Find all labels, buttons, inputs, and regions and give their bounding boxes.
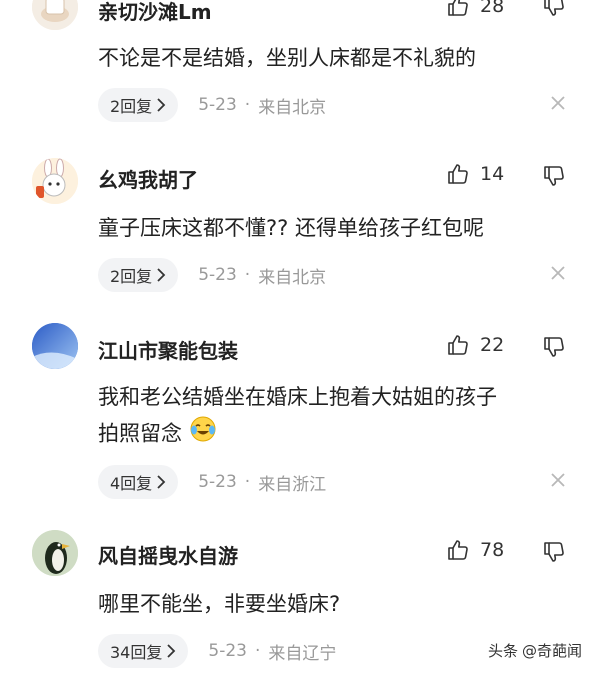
crying-laughing-emoji-icon (189, 415, 217, 454)
thumbs-down-icon (544, 0, 564, 16)
comment-date: 5-23 (208, 641, 247, 661)
comment-line: 我和老公结婚坐在婚床上抱着大姑姐的孩子 (98, 385, 497, 409)
meta-separator: · (244, 95, 251, 115)
thumbs-up-icon (448, 164, 468, 184)
like-button[interactable]: 22 (446, 333, 504, 357)
comment-meta: 34回复 5-23 · 来自辽宁 (98, 634, 336, 668)
comment-text: 不论是不是结婚，坐别人床都是不礼貌的 (98, 40, 568, 76)
like-count: 22 (480, 334, 505, 356)
replies-label: 4回复 (110, 474, 153, 493)
dislike-button[interactable] (542, 0, 566, 22)
dislike-button[interactable] (542, 335, 566, 363)
replies-button[interactable]: 34回复 (98, 634, 189, 668)
username[interactable]: 江山市聚能包装 (98, 335, 238, 364)
meta-separator: · (244, 265, 251, 285)
comment-line: 童子压床这都不懂?? 还得单给孩子红包呢 (98, 216, 484, 240)
thumbs-up-icon (448, 0, 468, 16)
comment-text: 童子压床这都不懂?? 还得单给孩子红包呢 (98, 210, 568, 246)
thumbs-up-icon (448, 540, 468, 560)
comment-line-with-emoji: 拍照留念 (98, 415, 568, 454)
meta-separator: · (244, 472, 251, 492)
comment-text: 我和老公结婚坐在婚床上抱着大姑姐的孩子 拍照留念 (98, 379, 568, 454)
username[interactable]: 亲切沙滩Lm (98, 0, 212, 25)
comment-location: 来自北京 (258, 97, 327, 118)
chevron-right-icon (157, 268, 166, 282)
like-button[interactable]: 14 (446, 162, 504, 186)
close-icon[interactable] (550, 92, 566, 116)
close-icon[interactable] (550, 469, 566, 493)
like-count: 78 (480, 539, 505, 561)
replies-button[interactable]: 4回复 (98, 465, 179, 499)
comment-date: 5-23 (198, 265, 237, 285)
replies-button[interactable]: 2回复 (98, 88, 179, 122)
like-button[interactable]: 28 (446, 0, 504, 18)
chevron-right-icon (157, 475, 166, 489)
watermark-source: 头条 (488, 642, 519, 660)
dislike-button[interactable] (542, 540, 566, 568)
user-avatar[interactable] (32, 0, 78, 30)
thumbs-down-icon (544, 542, 564, 562)
meta-separator: · (254, 641, 261, 661)
comment-meta: 4回复 5-23 · 来自浙江 (98, 465, 326, 499)
like-count: 14 (480, 163, 505, 185)
thumbs-up-icon (448, 335, 468, 355)
comment-date: 5-23 (198, 95, 237, 115)
chevron-right-icon (157, 98, 166, 112)
comment-meta: 2回复 5-23 · 来自北京 (98, 88, 326, 122)
replies-label: 34回复 (110, 643, 163, 662)
like-count: 28 (480, 0, 505, 17)
comment-line: 哪里不能坐，非要坐婚床? (98, 592, 341, 616)
comment-location: 来自辽宁 (268, 643, 337, 664)
comment-line: 不论是不是结婚，坐别人床都是不礼貌的 (98, 46, 476, 70)
watermark: 头条 @奇葩闻 (488, 640, 582, 661)
username[interactable]: 幺鸡我胡了 (98, 164, 198, 193)
replies-label: 2回复 (110, 97, 153, 116)
comment-text: 哪里不能坐，非要坐婚床? (98, 586, 568, 622)
comment-location: 来自浙江 (258, 474, 327, 495)
comment-line: 拍照留念 (98, 421, 182, 446)
dislike-button[interactable] (542, 164, 566, 192)
user-avatar[interactable] (32, 530, 78, 576)
user-avatar[interactable] (32, 323, 78, 369)
chevron-right-icon (167, 644, 176, 658)
replies-button[interactable]: 2回复 (98, 258, 179, 292)
comment-location: 来自北京 (258, 267, 327, 288)
watermark-account: @奇葩闻 (522, 642, 583, 660)
replies-label: 2回复 (110, 267, 153, 286)
comment-meta: 2回复 5-23 · 来自北京 (98, 258, 326, 292)
like-button[interactable]: 78 (446, 538, 504, 562)
thumbs-down-icon (544, 166, 564, 186)
close-icon[interactable] (550, 262, 566, 286)
username[interactable]: 风自摇曳水自游 (98, 540, 238, 569)
user-avatar[interactable] (32, 158, 78, 204)
comment-date: 5-23 (198, 472, 237, 492)
thumbs-down-icon (544, 337, 564, 357)
